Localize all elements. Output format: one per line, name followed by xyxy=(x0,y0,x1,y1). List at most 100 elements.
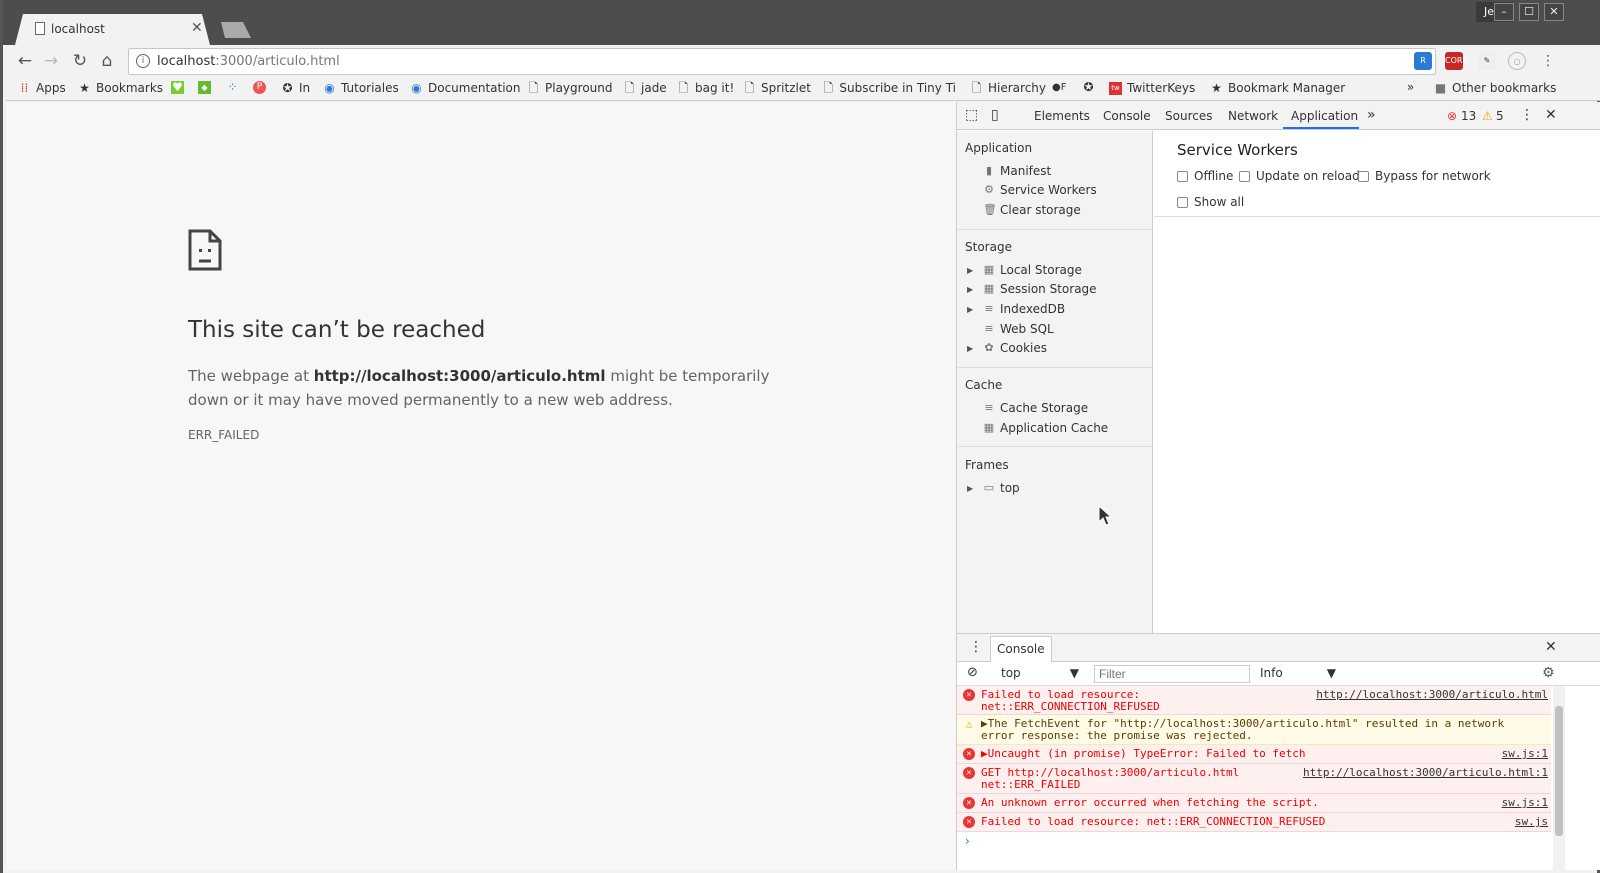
bookmark-bookmark-manager[interactable]: ★ Bookmark Manager xyxy=(1210,81,1345,95)
address-bar[interactable]: i localhost:3000/articulo.html ☆ xyxy=(128,48,1436,75)
sidebar-item-session-storage[interactable]: ▶ ▦ Session Storage xyxy=(967,282,1097,296)
more-tabs-icon[interactable]: » xyxy=(1367,107,1376,123)
bookmark-twitterkeys[interactable]: tw TwitterKeys xyxy=(1109,81,1195,95)
cookie-icon: ✿ xyxy=(984,341,994,354)
sidebar-item-clear-storage[interactable]: 🗑 Clear storage xyxy=(983,203,1081,217)
message-source-link[interactable]: http://localhost:3000/articulo.html:1 xyxy=(1303,767,1548,779)
home-icon[interactable]: ⌂ xyxy=(96,51,118,71)
level-select[interactable]: Info ▼ xyxy=(1260,666,1336,680)
inspect-icon[interactable]: ⬚ xyxy=(965,107,978,123)
bookmark-other[interactable]: ■ Other bookmarks xyxy=(1434,81,1557,95)
bookmark-star-circle[interactable]: ✪ xyxy=(1082,81,1095,94)
expand-icon[interactable]: ▶ xyxy=(967,285,973,294)
back-icon[interactable]: ← xyxy=(14,51,36,71)
bookmark-of[interactable]: ●F xyxy=(1052,81,1066,94)
sidebar-item-service-workers[interactable]: ⚙ Service Workers xyxy=(983,183,1097,197)
drawer-menu-icon[interactable]: ⋮ xyxy=(969,639,983,655)
sidebar-item-frame-top[interactable]: ▶ ▭ top xyxy=(967,481,1020,495)
bookmark-dots[interactable]: ⁘ xyxy=(226,81,239,94)
warning-count[interactable]: 5 xyxy=(1496,109,1504,123)
bookmark-subscribe[interactable]: 🗋 Subscribe in Tiny Ti xyxy=(822,81,956,95)
console-toolbar: ⊘ top▼ Info▼ ⚙ xyxy=(957,662,1600,686)
bookmarks-overflow-icon[interactable]: » xyxy=(1404,81,1417,94)
close-drawer-icon[interactable]: ✕ xyxy=(1545,639,1557,655)
sidebar-item-web-sql[interactable]: ≡ Web SQL xyxy=(983,322,1053,336)
sidebar-item-cache-storage[interactable]: ≡ Cache Storage xyxy=(983,401,1088,415)
expand-icon[interactable]: ▶ xyxy=(967,484,973,493)
bookmark-documentation[interactable]: ◉ Documentation xyxy=(410,81,520,95)
sidebar-item-application-cache[interactable]: ▦ Application Cache xyxy=(983,421,1108,435)
maximize-icon[interactable]: ☐ xyxy=(1519,3,1539,21)
tab-localhost[interactable]: localhost ✕ xyxy=(15,14,210,45)
tab-application[interactable]: Application xyxy=(1291,109,1358,123)
console-message[interactable]: ✕ GET http://localhost:3000/articulo.htm… xyxy=(957,764,1551,794)
browser-window: localhost ✕ Jess – ☐ ✕ ← → ↻ ⌂ i localho… xyxy=(0,0,1600,873)
bookmark-spritzlet[interactable]: 🗋 Spritzlet xyxy=(743,81,811,95)
context-select[interactable]: top ▼ xyxy=(1001,666,1079,682)
close-tab-icon[interactable]: ✕ xyxy=(191,20,203,36)
tab-elements[interactable]: Elements xyxy=(1034,109,1090,123)
clear-console-icon[interactable]: ⊘ xyxy=(967,665,978,680)
tab-network[interactable]: Network xyxy=(1228,109,1278,123)
bookmark-bag-it[interactable]: 🗋 bag it! xyxy=(677,81,735,95)
error-count[interactable]: 13 xyxy=(1461,109,1476,123)
console-message[interactable]: ✕ ▶Uncaught (in promise) TypeError: Fail… xyxy=(957,745,1551,764)
filter-input[interactable] xyxy=(1094,665,1250,683)
bookmark-green[interactable]: ◆ xyxy=(198,81,211,94)
bookmark-heart[interactable]: ♥ xyxy=(171,81,184,94)
console-message[interactable]: ⚠ ▶The FetchEvent for "http://localhost:… xyxy=(957,715,1551,745)
tab-console[interactable]: Console xyxy=(1103,109,1151,123)
offline-checkbox[interactable]: Offline xyxy=(1177,169,1233,183)
close-devtools-icon[interactable]: ✕ xyxy=(1545,107,1557,123)
console-prompt[interactable]: › xyxy=(965,834,970,848)
menu-icon[interactable]: ⋮ xyxy=(1539,52,1557,70)
bookmark-in[interactable]: ✪ In xyxy=(281,81,310,95)
message-source-link[interactable]: sw.js xyxy=(1515,816,1548,828)
file-icon: ▮ xyxy=(985,164,993,177)
close-window-icon[interactable]: ✕ xyxy=(1544,3,1564,21)
extension-icon[interactable]: ✎ xyxy=(1478,52,1496,70)
devtools-menu-icon[interactable]: ⋮ xyxy=(1520,107,1534,123)
message-source-link[interactable]: sw.js:1 xyxy=(1502,748,1548,760)
update-on-reload-checkbox[interactable]: Update on reload xyxy=(1239,169,1360,183)
console-settings-icon[interactable]: ⚙ xyxy=(1542,665,1555,681)
forward-icon[interactable]: → xyxy=(40,51,62,71)
expand-icon[interactable]: ▶ xyxy=(967,305,973,314)
cors-extension-icon[interactable]: CORS xyxy=(1445,52,1468,70)
console-scrollbar[interactable] xyxy=(1553,686,1565,871)
minimize-icon[interactable]: – xyxy=(1494,3,1514,21)
extension-icon[interactable]: ○ xyxy=(1508,52,1526,70)
console-message[interactable]: ✕ Failed to load resource: net::ERR_CONN… xyxy=(957,686,1551,715)
panel-title: Service Workers xyxy=(1177,141,1298,159)
sidebar-item-cookies[interactable]: ▶ ✿ Cookies xyxy=(967,341,1047,355)
bookmark-playground[interactable]: 🗋 Playground xyxy=(527,81,613,95)
bookmark-bookmarks[interactable]: ★ Bookmarks xyxy=(78,81,163,95)
tab-sources[interactable]: Sources xyxy=(1165,109,1212,123)
warning-count-icon[interactable]: ⚠ xyxy=(1482,109,1493,123)
new-tab-button[interactable] xyxy=(217,22,251,38)
sidebar-item-manifest[interactable]: ▮ Manifest xyxy=(983,164,1051,178)
reload-icon[interactable]: ↻ xyxy=(69,51,91,71)
message-source-link[interactable]: http://localhost:3000/articulo.html xyxy=(1316,689,1548,701)
bookmark-apps[interactable]: ⁞⁞ Apps xyxy=(18,81,66,95)
device-toolbar-icon[interactable]: ▯ xyxy=(991,107,999,123)
tab-title: localhost xyxy=(51,22,105,36)
bookmark-hierarchy[interactable]: 🗋 Hierarchy xyxy=(970,81,1046,95)
console-message[interactable]: ✕ Failed to load resource: net::ERR_CONN… xyxy=(957,813,1551,832)
expand-icon[interactable]: ▶ xyxy=(967,266,973,275)
bookmark-tutoriales[interactable]: ◉ Tutoriales xyxy=(323,81,399,95)
bypass-for-network-checkbox[interactable]: Bypass for network xyxy=(1358,169,1491,183)
error-count-icon[interactable]: ⊗ xyxy=(1447,109,1457,123)
message-source-link[interactable]: sw.js:1 xyxy=(1502,797,1548,809)
bookmark-p[interactable]: P xyxy=(253,81,266,94)
sidebar-item-indexeddb[interactable]: ▶ ≡ IndexedDB xyxy=(967,302,1065,316)
error-icon: ✕ xyxy=(963,797,975,809)
expand-icon[interactable]: ▶ xyxy=(967,344,973,353)
sidebar-item-local-storage[interactable]: ▶ ▦ Local Storage xyxy=(967,263,1082,277)
show-all-checkbox[interactable]: Show all xyxy=(1177,195,1244,209)
extension-icon[interactable]: R xyxy=(1414,52,1432,70)
console-message[interactable]: ✕ An unknown error occurred when fetchin… xyxy=(957,794,1551,813)
bookmark-jade[interactable]: 🗋 jade xyxy=(623,81,667,95)
drawer-tab-console[interactable]: Console xyxy=(990,636,1052,662)
info-icon[interactable]: i xyxy=(136,54,150,68)
